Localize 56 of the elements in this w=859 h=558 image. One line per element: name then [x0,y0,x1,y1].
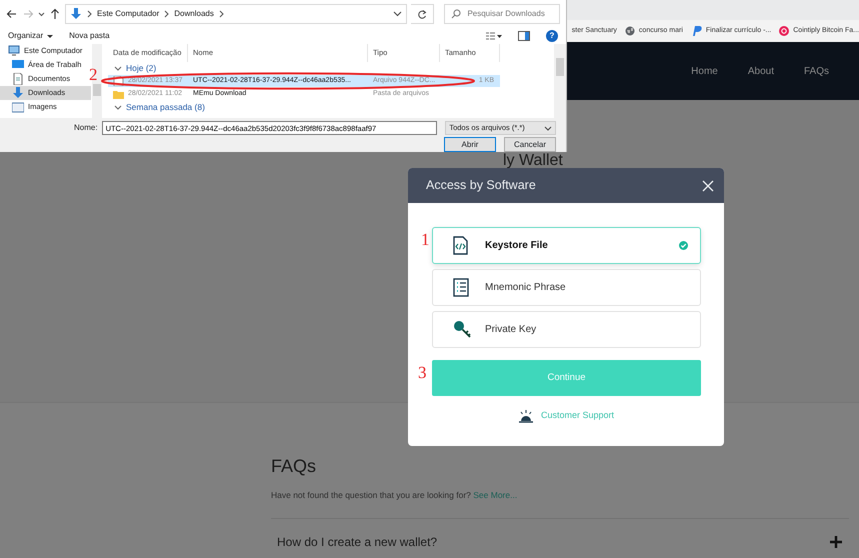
modal-title: Access by Software [426,177,536,194]
toolbar-button[interactable]: Organizar [8,30,54,42]
up-arrow-icon[interactable] [49,8,61,20]
document-icon [12,73,24,85]
globe-icon [624,26,635,36]
option-card[interactable]: Private Key [432,311,701,348]
group-header[interactable]: Hoje (2) [126,62,156,75]
group-header[interactable]: Semana passada (8) [126,101,205,114]
page-heading: ly Wallet [503,153,564,168]
chevron-right-icon [218,10,224,18]
download-arrow-icon [70,8,82,20]
search-icon [451,9,462,19]
nav-link-item[interactable]: Home [691,64,718,78]
preview-pane-icon[interactable] [518,31,530,41]
view-options-icon[interactable] [486,32,502,40]
coin-icon [779,26,790,36]
chevron-icon[interactable] [114,66,122,72]
option-card[interactable]: Keystore File [432,227,701,264]
option-card[interactable]: Mnemonic Phrase [432,269,701,306]
breadcrumb-item[interactable]: Este Computador [97,8,160,20]
scrollbar[interactable] [554,44,566,118]
refresh-icon [417,9,428,19]
letter-icon [690,25,702,37]
breadcrumb-item[interactable]: Downloads [174,8,214,20]
help-button[interactable]: ? [546,30,558,42]
section-title: FAQs [271,455,318,478]
nav-link-item[interactable]: About [748,64,774,78]
key-icon [453,320,471,339]
computer-icon [8,45,20,57]
service-bell-icon [518,409,533,423]
download-arrow-icon [12,87,24,99]
chevron-right-icon [164,10,170,18]
field-label: Nome: [74,122,98,134]
caret-icon [47,34,54,38]
chevron-icon[interactable] [114,104,122,110]
annotation-number: 3 [418,364,426,381]
cancel-button[interactable]: Cancelar [504,137,556,152]
faq-subtitle: Have not found the question that you are looking for? See More... [271,489,518,502]
back-arrow-icon[interactable] [6,8,18,20]
nav-link-item[interactable]: FAQs [804,64,829,78]
annotation-number: 1 [421,231,430,248]
faq-question[interactable]: How do I create a new wallet? [277,532,438,551]
check-circle-icon [679,241,688,250]
annotation-number: 2 [89,66,98,83]
list-icon [453,278,471,297]
close-icon[interactable] [702,180,714,192]
refresh-button[interactable] [410,4,434,24]
open-button[interactable]: Abrir [444,137,496,152]
chevron-down-icon [544,126,552,130]
toolbar-button[interactable]: Nova pasta [69,30,110,42]
chevron-right-icon [87,10,92,18]
desktop-icon [12,59,24,71]
dropdown-chevron-icon[interactable] [392,11,402,17]
plus-icon[interactable] [829,534,843,549]
chevron-down-icon[interactable] [38,11,45,17]
search-field[interactable]: Pesquisar Downloads [444,4,560,24]
